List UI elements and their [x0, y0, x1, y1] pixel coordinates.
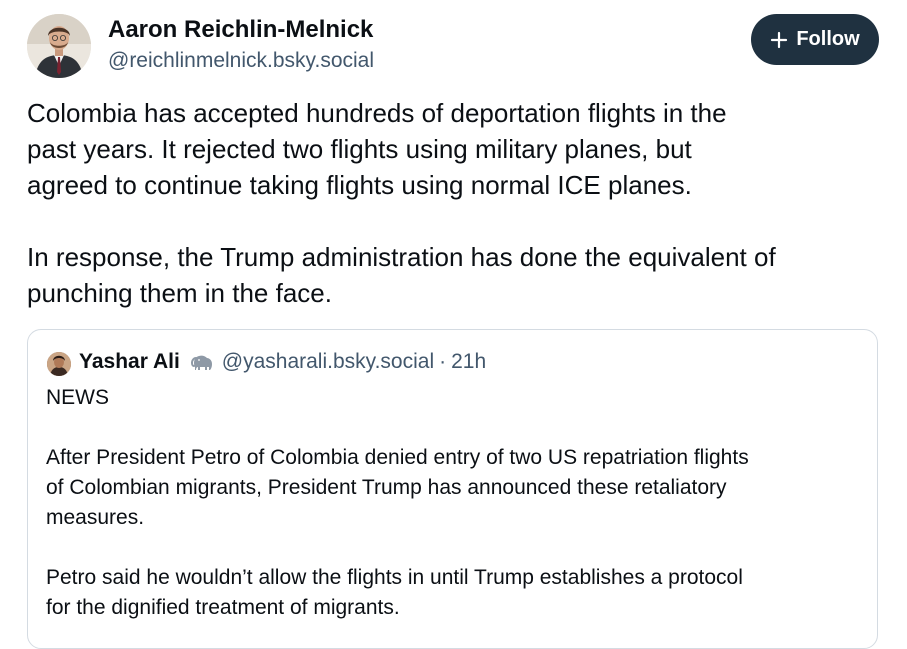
post-line: punching them in the face. — [27, 278, 332, 308]
quote-label: NEWS — [46, 386, 109, 409]
post-line: Colombia has accepted hundreds of deport… — [27, 98, 727, 128]
quote-line: measures. — [46, 506, 145, 529]
post: Aaron Reichlin-Melnick @reichlinmelnick.… — [0, 0, 907, 649]
quoted-post-body: NEWS After President Petro of Colombia d… — [46, 383, 866, 623]
quoted-author-handle[interactable]: @yasharali.bsky.social — [222, 350, 434, 374]
quoted-author-avatar[interactable] — [47, 352, 71, 376]
post-line: In response, the Trump administration ha… — [27, 242, 776, 272]
author-avatar[interactable] — [27, 14, 91, 78]
quote-line: After President Petro of Colombia denied… — [46, 446, 749, 469]
post-text: Colombia has accepted hundreds of deport… — [27, 95, 897, 311]
quoted-post-header: Yashar Ali @yasharali.bsky.social · 21h — [79, 350, 486, 374]
quote-line: of Colombian migrants, President Trump h… — [46, 476, 727, 499]
author-name[interactable]: Aaron Reichlin-Melnick — [108, 16, 373, 44]
author-handle[interactable]: @reichlinmelnick.bsky.social — [108, 49, 374, 73]
quoted-post-card[interactable]: Yashar Ali @yasharali.bsky.social · 21h … — [27, 329, 878, 649]
post-line: past years. It rejected two flights usin… — [27, 134, 692, 164]
elephant-icon — [190, 352, 214, 372]
quote-line: Petro said he wouldn’t allow the flights… — [46, 566, 743, 589]
quote-line: for the dignified treatment of migrants. — [46, 596, 400, 619]
plus-icon — [770, 31, 788, 49]
follow-button[interactable]: Follow — [751, 14, 879, 65]
separator-dot: · — [439, 350, 447, 373]
post-line: agreed to continue taking flights using … — [27, 170, 692, 200]
follow-button-label: Follow — [796, 28, 860, 50]
quoted-post-time[interactable]: 21h — [451, 350, 486, 374]
quoted-author-name[interactable]: Yashar Ali — [79, 350, 180, 374]
